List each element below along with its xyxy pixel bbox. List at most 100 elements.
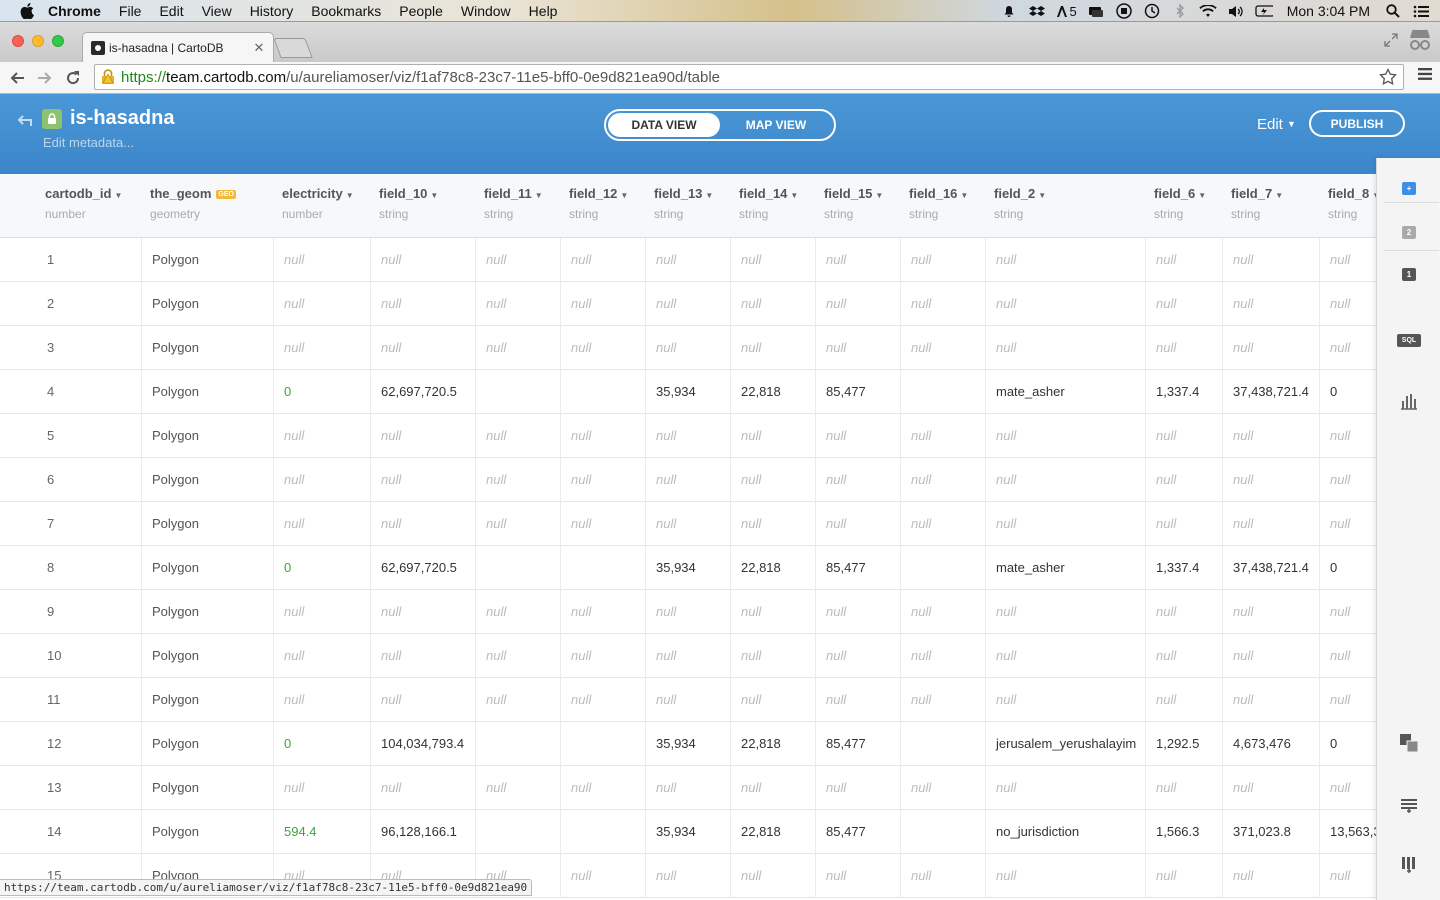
table-cell-field-10[interactable]: null bbox=[370, 282, 475, 326]
table-cell-field-13[interactable]: null bbox=[645, 238, 730, 282]
table-cell-field-7[interactable]: null bbox=[1222, 326, 1319, 370]
tab-close-icon[interactable]: ✕ bbox=[251, 40, 267, 56]
table-cell-electricity[interactable]: null bbox=[273, 238, 370, 282]
table-cell-field-13[interactable]: null bbox=[645, 854, 730, 898]
table-cell-field-14[interactable]: null bbox=[730, 634, 815, 678]
table-cell-field-15[interactable]: null bbox=[815, 854, 900, 898]
table-cell-the-geom[interactable]: Polygon bbox=[141, 326, 273, 370]
column-menu-caret-icon[interactable]: ▼ bbox=[790, 191, 798, 200]
column-menu-caret-icon[interactable]: ▼ bbox=[620, 191, 628, 200]
table-cell-field-2[interactable]: null bbox=[985, 238, 1145, 282]
bluetooth-icon[interactable] bbox=[1171, 4, 1189, 18]
table-cell-field-16[interactable]: null bbox=[900, 414, 985, 458]
table-cell-field-8[interactable]: null bbox=[1319, 678, 1376, 722]
table-cell-cartodb-id[interactable]: 12 bbox=[36, 722, 141, 766]
spotlight-search-icon[interactable] bbox=[1384, 4, 1402, 18]
column-menu-caret-icon[interactable]: ▼ bbox=[705, 191, 713, 200]
table-cell-field-2[interactable]: null bbox=[985, 414, 1145, 458]
table-cell-field-8[interactable]: null bbox=[1319, 282, 1376, 326]
table-cell-field-7[interactable]: null bbox=[1222, 458, 1319, 502]
table-cell-field-2[interactable]: null bbox=[985, 590, 1145, 634]
table-cell-field-15[interactable]: null bbox=[815, 590, 900, 634]
column-menu-caret-icon[interactable]: ▼ bbox=[1198, 191, 1206, 200]
table-cell-field-11[interactable] bbox=[475, 370, 560, 414]
menu-window[interactable]: Window bbox=[461, 3, 511, 19]
table-cell-field-11[interactable] bbox=[475, 722, 560, 766]
table-cell-field-15[interactable]: 85,477 bbox=[815, 810, 900, 854]
column-header-field-16[interactable]: field_16 ▼ string bbox=[900, 174, 985, 238]
incognito-profile-icon[interactable] bbox=[1406, 26, 1434, 54]
table-cell-field-14[interactable]: null bbox=[730, 282, 815, 326]
table-cell-cartodb-id[interactable]: 9 bbox=[36, 590, 141, 634]
table-cell-field-12[interactable]: null bbox=[560, 634, 645, 678]
add-layer-button[interactable]: + bbox=[1377, 180, 1440, 196]
fullscreen-icon[interactable] bbox=[1384, 33, 1398, 47]
merge-tables-button[interactable] bbox=[1377, 732, 1440, 754]
table-cell-electricity[interactable]: 0 bbox=[273, 370, 370, 414]
table-cell-field-15[interactable]: 85,477 bbox=[815, 722, 900, 766]
notification-center-icon[interactable] bbox=[1412, 4, 1430, 18]
table-cell-field-7[interactable]: null bbox=[1222, 854, 1319, 898]
table-cell-field-13[interactable]: null bbox=[645, 678, 730, 722]
table-cell-field-2[interactable]: jerusalem_yerushalayim bbox=[985, 722, 1145, 766]
table-cell-field-16[interactable]: null bbox=[900, 678, 985, 722]
table-cell-field-10[interactable]: null bbox=[370, 634, 475, 678]
column-menu-caret-icon[interactable]: ▼ bbox=[535, 191, 543, 200]
table-cell-field-13[interactable]: null bbox=[645, 414, 730, 458]
table-cell-the-geom[interactable]: Polygon bbox=[141, 282, 273, 326]
table-cell-field-7[interactable]: null bbox=[1222, 678, 1319, 722]
table-cell-field-12[interactable]: null bbox=[560, 238, 645, 282]
table-cell-the-geom[interactable]: Polygon bbox=[141, 370, 273, 414]
table-cell-field-6[interactable]: null bbox=[1145, 678, 1222, 722]
table-cell-field-13[interactable]: null bbox=[645, 502, 730, 546]
table-cell-field-15[interactable]: 85,477 bbox=[815, 546, 900, 590]
table-cell-field-7[interactable]: null bbox=[1222, 634, 1319, 678]
table-cell-field-14[interactable]: null bbox=[730, 854, 815, 898]
table-cell-field-12[interactable]: null bbox=[560, 766, 645, 810]
table-cell-field-7[interactable]: null bbox=[1222, 238, 1319, 282]
table-cell-field-2[interactable]: null bbox=[985, 766, 1145, 810]
table-cell-field-16[interactable]: null bbox=[900, 458, 985, 502]
volume-icon[interactable] bbox=[1227, 4, 1245, 18]
browser-tab[interactable]: is-hasadna | CartoDB ✕ bbox=[82, 32, 274, 62]
table-cell-field-10[interactable]: null bbox=[370, 502, 475, 546]
table-cell-field-11[interactable]: null bbox=[475, 326, 560, 370]
menu-bookmarks[interactable]: Bookmarks bbox=[311, 3, 381, 19]
table-cell-field-8[interactable]: null bbox=[1319, 238, 1376, 282]
table-cell-field-10[interactable]: 104,034,793.4 bbox=[370, 722, 475, 766]
table-cell-field-14[interactable]: null bbox=[730, 458, 815, 502]
table-cell-electricity[interactable]: null bbox=[273, 502, 370, 546]
table-cell-field-2[interactable]: null bbox=[985, 282, 1145, 326]
table-cell-electricity[interactable]: 0 bbox=[273, 546, 370, 590]
column-menu-caret-icon[interactable]: ▼ bbox=[875, 191, 883, 200]
table-cell-field-15[interactable]: null bbox=[815, 766, 900, 810]
table-cell-field-12[interactable]: null bbox=[560, 282, 645, 326]
table-cell-field-14[interactable]: null bbox=[730, 678, 815, 722]
table-cell-cartodb-id[interactable]: 13 bbox=[36, 766, 141, 810]
table-cell-field-13[interactable]: null bbox=[645, 766, 730, 810]
table-cell-field-12[interactable]: null bbox=[560, 414, 645, 458]
table-cell-field-6[interactable]: null bbox=[1145, 458, 1222, 502]
table-cell-field-12[interactable]: null bbox=[560, 590, 645, 634]
table-cell-field-10[interactable]: null bbox=[370, 766, 475, 810]
add-column-button[interactable] bbox=[1377, 854, 1440, 876]
table-cell-field-8[interactable]: null bbox=[1319, 854, 1376, 898]
table-cell-field-14[interactable]: null bbox=[730, 414, 815, 458]
table-cell-field-16[interactable]: null bbox=[900, 854, 985, 898]
new-tab-button[interactable] bbox=[273, 38, 313, 58]
window-zoom-button[interactable] bbox=[52, 35, 64, 47]
add-row-button[interactable] bbox=[1377, 794, 1440, 816]
table-cell-field-7[interactable]: 4,673,476 bbox=[1222, 722, 1319, 766]
table-cell-field-2[interactable]: mate_asher bbox=[985, 370, 1145, 414]
window-minimize-button[interactable] bbox=[32, 35, 44, 47]
table-cell-field-15[interactable]: null bbox=[815, 326, 900, 370]
table-cell-cartodb-id[interactable]: 14 bbox=[36, 810, 141, 854]
table-cell-field-14[interactable]: null bbox=[730, 326, 815, 370]
table-cell-field-13[interactable]: null bbox=[645, 634, 730, 678]
table-cell-field-2[interactable]: null bbox=[985, 634, 1145, 678]
table-cell-field-11[interactable]: null bbox=[475, 282, 560, 326]
menu-view[interactable]: View bbox=[202, 3, 232, 19]
table-cell-field-7[interactable]: 371,023.8 bbox=[1222, 810, 1319, 854]
table-cell-field-10[interactable]: 62,697,720.5 bbox=[370, 546, 475, 590]
column-menu-caret-icon[interactable]: ▼ bbox=[346, 191, 354, 200]
